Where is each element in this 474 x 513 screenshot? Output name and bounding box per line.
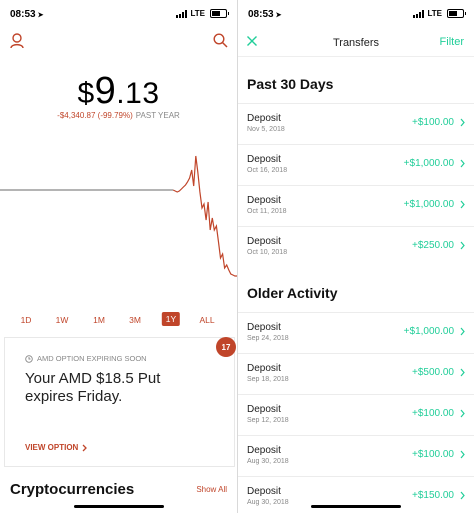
chevron-right-icon <box>460 241 465 250</box>
network-label: LTE <box>427 9 442 18</box>
section-title: Past 30 Days <box>247 76 334 92</box>
card-header: AMD OPTION EXPIRING SOON <box>25 354 147 363</box>
portfolio-change: -$4,340.87 (-99.79%) PAST YEAR <box>57 111 180 120</box>
portfolio-chart[interactable] <box>0 145 237 295</box>
range-selector: 1D 1W 1M 3M 1Y ALL <box>0 312 237 328</box>
range-1d[interactable]: 1D <box>21 315 32 325</box>
person-icon[interactable] <box>10 33 24 49</box>
chevron-right-icon <box>460 409 465 418</box>
transfer-row[interactable]: Deposit Oct 10, 2018 +$250.00 <box>238 226 474 268</box>
notification-count-badge[interactable]: 17 <box>216 337 236 357</box>
chevron-right-icon <box>460 118 465 127</box>
view-option-link[interactable]: VIEW OPTION <box>25 443 88 452</box>
transfer-row[interactable]: Deposit Oct 16, 2018 +$1,000.00 <box>238 144 474 186</box>
transfer-row[interactable]: Deposit Sep 12, 2018 +$100.00 <box>238 394 474 436</box>
network-label: LTE <box>190 9 205 18</box>
transfer-amount: +$100.00 <box>412 117 454 128</box>
filter-button[interactable]: Filter <box>440 36 464 48</box>
transfer-date: Nov 5, 2018 <box>247 126 285 133</box>
transfer-type: Deposit <box>247 195 281 206</box>
portfolio-value-block: $9.13 -$4,340.87 (-99.79%) PAST YEAR <box>0 70 237 120</box>
transfer-row[interactable]: Deposit Oct 11, 2018 +$1,000.00 <box>238 185 474 227</box>
transfer-row[interactable]: Deposit Nov 5, 2018 +$100.00 <box>238 103 474 145</box>
home-indicator[interactable] <box>311 505 401 508</box>
transfer-type: Deposit <box>247 113 281 124</box>
status-time: 08:53 ➤ <box>248 9 282 20</box>
notification-card[interactable]: AMD OPTION EXPIRING SOON Your AMD $18.5 … <box>4 337 235 467</box>
range-1y[interactable]: 1Y <box>161 312 181 326</box>
transfer-row[interactable]: Deposit Aug 30, 2018 +$100.00 <box>238 435 474 477</box>
chevron-right-icon <box>460 327 465 336</box>
transfer-row[interactable]: Deposit Sep 24, 2018 +$1,000.00 <box>238 312 474 354</box>
battery-icon <box>210 9 229 18</box>
transfer-amount: +$1,000.00 <box>403 158 454 169</box>
location-arrow-icon: ➤ <box>275 12 282 19</box>
card-header-text: AMD OPTION EXPIRING SOON <box>37 354 147 363</box>
card-title: Your AMD $18.5 Put expires Friday. <box>25 370 161 405</box>
transfer-type: Deposit <box>247 486 281 497</box>
home-indicator[interactable] <box>73 505 164 508</box>
transfer-date: Oct 11, 2018 <box>247 208 287 215</box>
range-3m[interactable]: 3M <box>129 315 141 325</box>
nav-divider <box>238 56 474 57</box>
chevron-right-icon <box>460 368 465 377</box>
transfer-date: Aug 30, 2018 <box>247 499 289 506</box>
status-time: 08:53 ➤ <box>10 9 44 20</box>
transfer-type: Deposit <box>247 236 281 247</box>
clock-icon <box>25 354 33 363</box>
transfer-date: Aug 30, 2018 <box>247 458 289 465</box>
status-indicators: LTE <box>176 9 229 18</box>
location-arrow-icon: ➤ <box>37 12 44 19</box>
transfer-date: Sep 18, 2018 <box>247 376 289 383</box>
transfer-amount: +$1,000.00 <box>403 199 454 210</box>
transfer-type: Deposit <box>247 154 281 165</box>
transfer-type: Deposit <box>247 363 281 374</box>
transfer-date: Sep 24, 2018 <box>247 335 289 342</box>
transfer-type: Deposit <box>247 322 281 333</box>
status-indicators: LTE <box>413 9 466 18</box>
range-all[interactable]: ALL <box>199 315 214 325</box>
transfer-amount: +$1,000.00 <box>403 326 454 337</box>
transfer-row[interactable]: Deposit Sep 18, 2018 +$500.00 <box>238 353 474 395</box>
transfer-type: Deposit <box>247 445 281 456</box>
signal-icon <box>176 9 188 18</box>
cryptocurrencies-heading: Cryptocurrencies <box>10 481 135 498</box>
transfer-amount: +$250.00 <box>412 240 454 251</box>
section-title: Older Activity <box>247 285 338 301</box>
status-bar: 08:53 ➤ LTE <box>238 0 474 30</box>
show-all-link[interactable]: Show All <box>196 485 227 494</box>
portfolio-value: $9.13 <box>77 70 160 112</box>
transfer-date: Oct 10, 2018 <box>247 249 288 256</box>
range-1w[interactable]: 1W <box>56 315 69 325</box>
battery-icon <box>447 9 466 18</box>
chevron-right-icon <box>460 159 465 168</box>
transfer-amount: +$100.00 <box>412 408 454 419</box>
transfers-screen: 08:53 ➤ LTE Transfers Filter Past 30 Days… <box>238 0 474 513</box>
transfer-amount: +$500.00 <box>412 367 454 378</box>
chart-price-line <box>172 155 237 277</box>
transfer-date: Oct 16, 2018 <box>247 167 288 174</box>
transfer-amount: +$150.00 <box>412 490 454 501</box>
signal-icon <box>413 9 425 18</box>
range-1m[interactable]: 1M <box>93 315 105 325</box>
view-option-label: VIEW OPTION <box>25 443 79 452</box>
transfer-type: Deposit <box>247 404 281 415</box>
chevron-right-icon <box>460 200 465 209</box>
transfer-amount: +$100.00 <box>412 449 454 460</box>
search-icon[interactable] <box>213 33 228 48</box>
nav-bar: Transfers Filter <box>238 30 474 54</box>
transfer-date: Sep 12, 2018 <box>247 417 289 424</box>
chevron-right-icon <box>460 450 465 459</box>
status-bar: 08:53 ➤ LTE <box>0 0 237 30</box>
chevron-right-icon <box>82 444 88 451</box>
chevron-right-icon <box>460 491 465 500</box>
portfolio-screen: 08:53 ➤ LTE $9.13 -$4,340.87 (-99.79%) PAS… <box>0 0 237 513</box>
